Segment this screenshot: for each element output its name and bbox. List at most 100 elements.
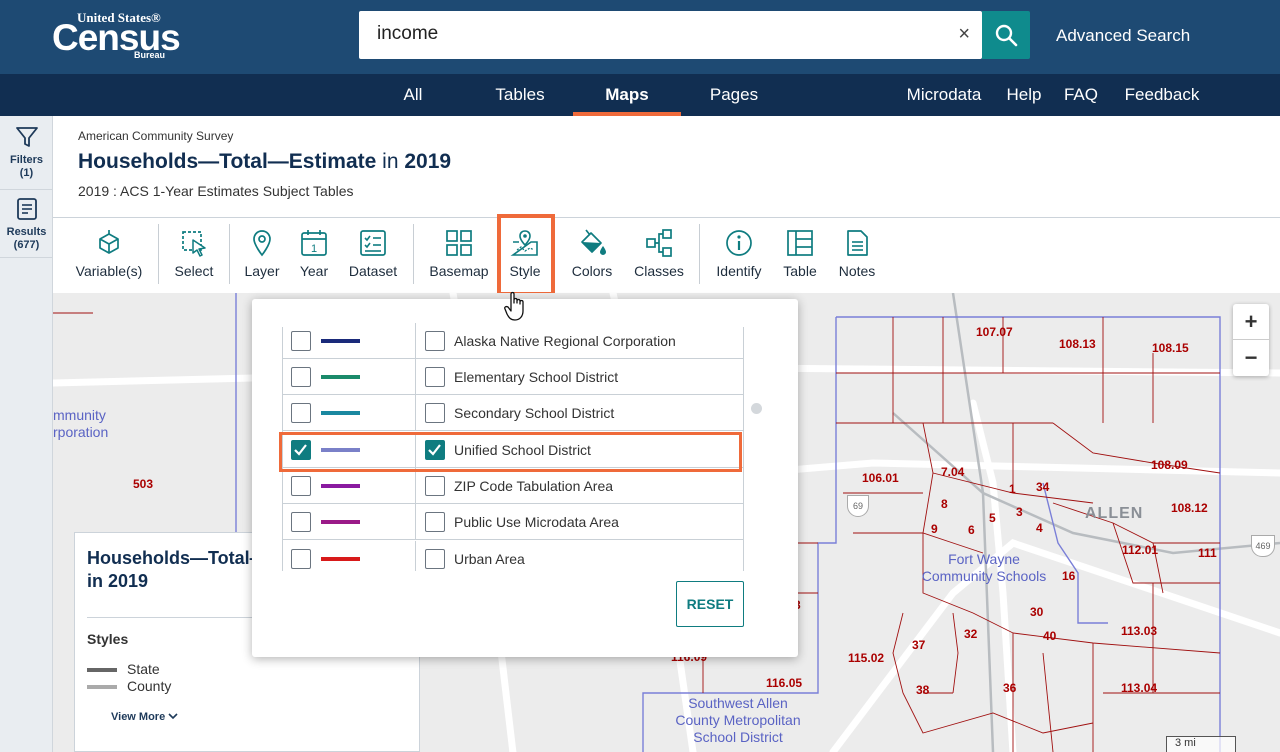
table-label: Table	[783, 263, 817, 279]
checklist-icon	[360, 230, 386, 256]
tab-tables[interactable]: Tables	[482, 74, 558, 116]
filters-label: Filters	[9, 154, 43, 166]
layer-checkbox[interactable]	[425, 549, 445, 569]
clear-search-icon[interactable]: ×	[958, 23, 970, 46]
zoom-out-button[interactable]: −	[1233, 340, 1269, 376]
tract-label: 38	[916, 683, 930, 697]
classes-button[interactable]: Classes	[631, 228, 687, 279]
results-button[interactable]: Results (677)	[0, 196, 53, 258]
layer-checkbox[interactable]	[425, 331, 445, 351]
zoom-control: + −	[1233, 304, 1269, 376]
nav-microdata[interactable]: Microdata	[898, 74, 990, 116]
county-label: ALLEN	[1085, 505, 1144, 522]
notes-label: Notes	[838, 263, 876, 279]
row-divider	[415, 468, 416, 504]
toolbar-divider	[413, 224, 414, 284]
tract-label: 503	[133, 477, 154, 491]
dataset-subtitle: 2019 : ACS 1-Year Estimates Subject Tabl…	[78, 183, 354, 199]
tab-all[interactable]: All	[384, 74, 442, 116]
variables-button[interactable]: Variable(s)	[73, 228, 145, 279]
svg-text:1: 1	[311, 243, 317, 255]
row-divider	[415, 504, 416, 540]
filters-count: (1)	[19, 167, 34, 179]
tract-label: 111	[1198, 546, 1217, 560]
dataset-button[interactable]: Dataset	[343, 228, 403, 279]
site-header: United States® Census Bureau × Advanced …	[0, 0, 1280, 74]
layer-checkbox[interactable]	[425, 476, 445, 496]
school-district-label: Fort Wayne Community Schools	[921, 551, 1047, 584]
view-more-link[interactable]: View More	[111, 711, 178, 723]
tract-label: 9	[931, 522, 938, 536]
toolbar-divider	[229, 224, 230, 284]
survey-name: American Community Survey	[78, 129, 234, 143]
tract-label: 115.02	[848, 651, 885, 665]
zoom-in-button[interactable]: +	[1233, 304, 1269, 340]
tract-label: 108.09	[1151, 458, 1188, 472]
nav-help[interactable]: Help	[1000, 74, 1048, 116]
tract-label: 34	[1036, 480, 1050, 494]
style-visibility-checkbox[interactable]	[291, 403, 311, 423]
tract-label: 32	[964, 627, 978, 641]
row-divider	[415, 359, 416, 395]
select-button[interactable]: Select	[169, 228, 219, 279]
tab-maps[interactable]: Maps	[573, 74, 681, 116]
style-row: Alaska Native Regional Corporation	[282, 323, 744, 359]
style-visibility-checkbox[interactable]	[291, 331, 311, 351]
tract-label: 4	[1036, 521, 1043, 535]
tract-label: 3	[1016, 505, 1023, 519]
results-count: (677)	[13, 239, 40, 251]
nav-faq[interactable]: FAQ	[1058, 74, 1104, 116]
year-button[interactable]: 1 Year	[293, 228, 335, 279]
legend-title: Households—Total— in 2019	[87, 547, 268, 593]
map-pin-icon	[253, 230, 271, 257]
advanced-search-link[interactable]: Advanced Search	[1056, 26, 1190, 46]
tract-label: 40	[1043, 629, 1057, 643]
layer-checkbox[interactable]	[425, 367, 445, 387]
notes-button[interactable]: Notes	[833, 228, 881, 279]
search-icon	[995, 24, 1018, 47]
layer-label: Alaska Native Regional Corporation	[454, 333, 676, 349]
style-visibility-checkbox[interactable]	[291, 549, 311, 569]
map-scale: 3 mi	[1166, 736, 1236, 752]
style-visibility-checkbox[interactable]	[291, 512, 311, 532]
identify-button[interactable]: Identify	[711, 228, 767, 279]
search-box: ×	[359, 11, 982, 59]
row-divider	[415, 323, 416, 359]
legend-swatch	[87, 668, 117, 673]
layer-checkbox[interactable]	[425, 403, 445, 423]
scroll-indicator[interactable]	[751, 403, 762, 414]
tract-label: 107.07	[976, 325, 1013, 339]
style-panel: Alaska Native Regional Corporation Eleme…	[252, 299, 798, 657]
style-visibility-checkbox[interactable]	[291, 367, 311, 387]
tract-label: 108.13	[1059, 337, 1096, 351]
school-district-label: Southwest Allen County Metropolitan Scho…	[675, 695, 801, 745]
tract-label: 37	[912, 638, 926, 652]
select-pointer-icon	[182, 231, 206, 257]
identify-label: Identify	[716, 263, 762, 279]
layer-checkbox[interactable]	[425, 512, 445, 532]
style-visibility-checkbox[interactable]	[291, 476, 311, 496]
search-input[interactable]	[377, 23, 937, 45]
line-swatch	[321, 339, 360, 343]
grid-icon	[446, 230, 472, 256]
colors-button[interactable]: Colors	[567, 228, 617, 279]
line-swatch	[321, 375, 360, 379]
table-icon	[787, 230, 813, 256]
basemap-button[interactable]: Basemap	[425, 228, 493, 279]
style-highlight-box	[497, 214, 555, 296]
variables-label: Variable(s)	[75, 263, 143, 279]
reset-button[interactable]: RESET	[676, 581, 744, 627]
filters-button[interactable]: Filters (1)	[0, 124, 53, 190]
left-sidebar: Filters (1) Results (677)	[0, 116, 53, 752]
hierarchy-icon	[646, 229, 672, 257]
tab-pages[interactable]: Pages	[700, 74, 768, 116]
layer-label: Urban Area	[454, 551, 525, 567]
table-button[interactable]: Table	[779, 228, 821, 279]
layer-button[interactable]: Layer	[239, 228, 285, 279]
search-button[interactable]	[982, 11, 1030, 59]
layer-label: Elementary School District	[454, 369, 619, 385]
style-row: Public Use Microdata Area	[282, 504, 744, 540]
row-divider	[415, 395, 416, 431]
census-logo[interactable]: United States® Census Bureau	[52, 10, 182, 60]
nav-feedback[interactable]: Feedback	[1118, 74, 1206, 116]
